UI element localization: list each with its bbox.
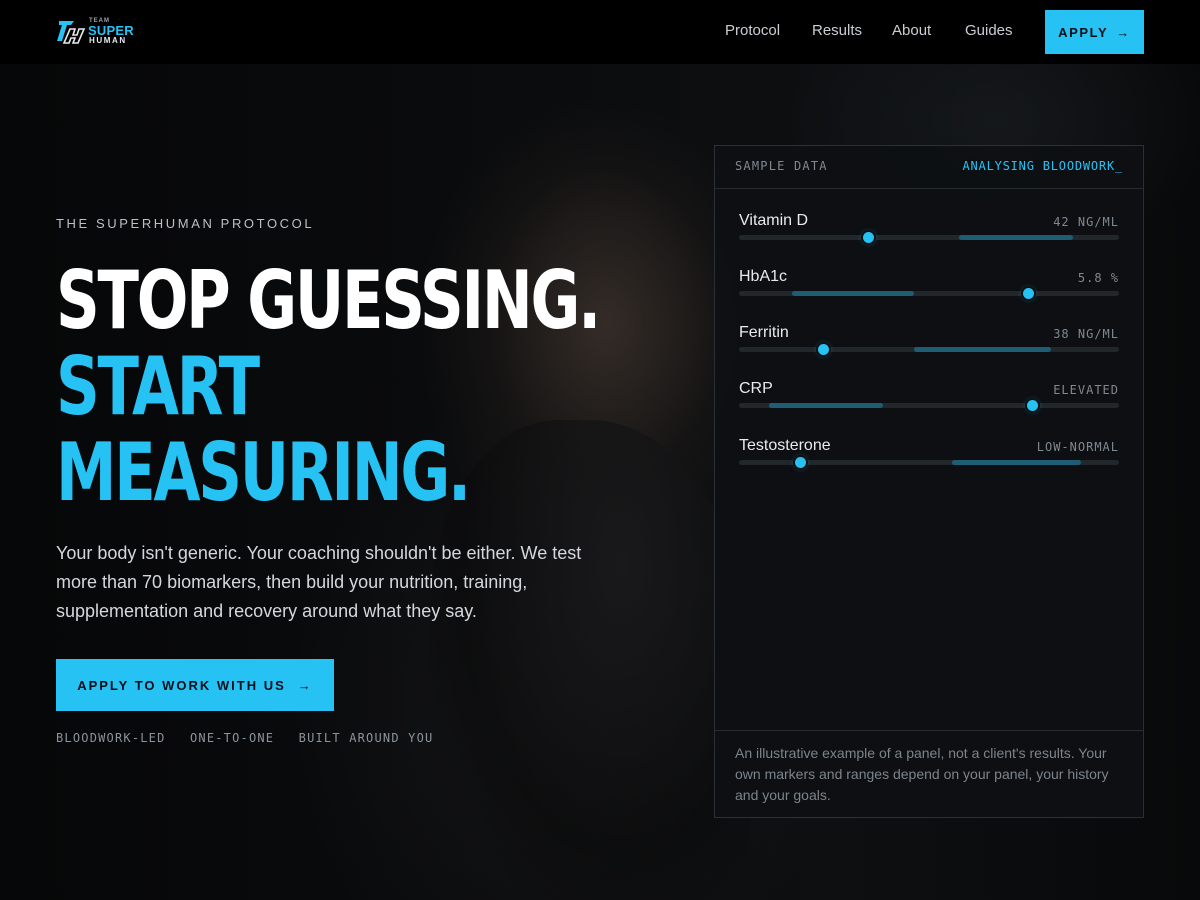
nav-link-guides[interactable]: Guides bbox=[965, 22, 1013, 39]
biomarker-name: Vitamin D bbox=[739, 212, 809, 229]
biomarker-name: Testosterone bbox=[739, 437, 831, 454]
panel-disclaimer: An illustrative example of a panel, not … bbox=[735, 745, 1109, 803]
biomarker-row: Testosterone LOW-NORMAL bbox=[739, 437, 1119, 477]
biomarker-range-band bbox=[769, 403, 884, 408]
biomarker-marker-dot bbox=[794, 457, 806, 468]
panel-label: SAMPLE DATA bbox=[735, 159, 828, 173]
sample-data-panel: SAMPLE DATA ANALYSING BLOODWORK_ Vitamin… bbox=[714, 145, 1144, 818]
biomarker-marker-dot bbox=[1026, 400, 1038, 411]
biomarker-range-band bbox=[913, 347, 1051, 352]
nav-link-about[interactable]: About bbox=[892, 22, 931, 39]
biomarker-value: 42 NG/ML bbox=[1053, 215, 1119, 229]
apply-to-work-button[interactable]: APPLY TO WORK WITH US → bbox=[56, 659, 334, 711]
biomarker-name: HbA1c bbox=[739, 268, 788, 285]
arrow-right-icon: → bbox=[1116, 24, 1131, 40]
biomarker-range-band bbox=[959, 235, 1074, 240]
tag-bloodwork-led: BLOODWORK-LED bbox=[56, 731, 166, 745]
biomarker-marker-dot bbox=[863, 232, 875, 243]
arrow-right-icon: → bbox=[297, 677, 313, 693]
biomarker-marker-dot bbox=[1022, 288, 1034, 299]
nav-link-results[interactable]: Results bbox=[812, 22, 862, 39]
biomarker-track bbox=[739, 344, 1119, 355]
cta-label: APPLY TO WORK WITH US bbox=[77, 677, 286, 693]
headline-line-3: MEASURING. bbox=[56, 426, 471, 519]
hero-description: Your body isn't generic. Your coaching s… bbox=[56, 543, 582, 621]
biomarker-range-band bbox=[792, 291, 914, 296]
biomarker-name: CRP bbox=[739, 380, 773, 397]
biomarker-row: Ferritin 38 NG/ML bbox=[739, 324, 1119, 364]
biomarker-marker-dot bbox=[817, 344, 829, 355]
biomarker-row: CRP ELEVATED bbox=[739, 380, 1119, 420]
biomarker-value: 38 NG/ML bbox=[1053, 327, 1119, 341]
biomarker-track bbox=[739, 288, 1119, 299]
biomarker-value: LOW-NORMAL bbox=[1036, 440, 1119, 454]
apply-button[interactable]: APPLY → bbox=[1045, 10, 1144, 54]
biomarker-row: Vitamin D 42 NG/ML bbox=[739, 212, 1119, 252]
panel-header: SAMPLE DATA ANALYSING BLOODWORK_ bbox=[715, 146, 1143, 189]
tag-one-to-one: ONE-TO-ONE bbox=[189, 731, 275, 745]
logo-monogram-icon bbox=[57, 21, 86, 44]
biomarker-value: 5.8 % bbox=[1077, 271, 1119, 285]
site-header: TEAM SUPER HUMAN Protocol Results About … bbox=[0, 0, 1200, 64]
tag-built-around-you: BUILT AROUND YOU bbox=[298, 731, 434, 745]
nav-link-protocol[interactable]: Protocol bbox=[725, 22, 780, 39]
hero-tags: BLOODWORK-LED ONE-TO-ONE BUILT AROUND YO… bbox=[56, 731, 449, 745]
biomarker-range-band bbox=[951, 460, 1081, 465]
biomarker-track bbox=[739, 400, 1119, 411]
biomarker-name: Ferritin bbox=[739, 324, 789, 341]
apply-button-label: APPLY bbox=[1058, 24, 1109, 40]
biomarker-track bbox=[739, 232, 1119, 243]
biomarker-value: ELEVATED bbox=[1053, 383, 1119, 397]
panel-footer: An illustrative example of a panel, not … bbox=[715, 730, 1143, 818]
hero-eyebrow: THE SUPERHUMAN PROTOCOL bbox=[56, 216, 315, 231]
panel-status: ANALYSING BLOODWORK_ bbox=[962, 159, 1123, 173]
brand-logo[interactable]: TEAM SUPER HUMAN bbox=[56, 17, 146, 47]
headline-line-2: START bbox=[56, 340, 260, 433]
hero-headline: STOP GUESSING. START MEASURING. bbox=[56, 254, 601, 519]
logo-text-human: HUMAN bbox=[89, 36, 127, 45]
biomarker-track bbox=[739, 457, 1119, 468]
biomarker-row: HbA1c 5.8 % bbox=[739, 268, 1119, 308]
headline-line-1: STOP GUESSING. bbox=[56, 254, 601, 347]
